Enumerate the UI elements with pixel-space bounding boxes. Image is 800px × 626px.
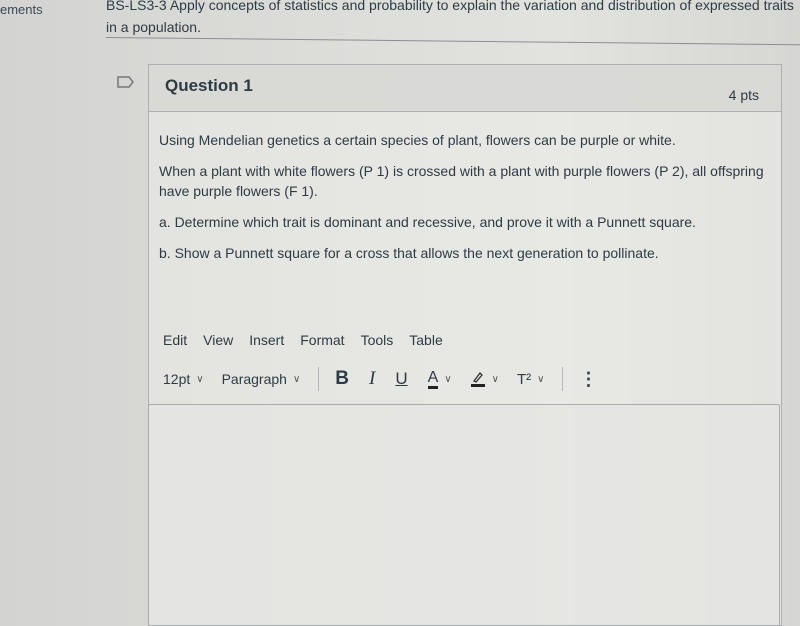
- question-title: Question 1: [165, 76, 253, 95]
- question-points: 4 pts: [728, 87, 759, 103]
- bold-button[interactable]: B: [335, 368, 349, 390]
- italic-button[interactable]: I: [369, 368, 375, 390]
- question-paragraph: a. Determine which trait is dominant and…: [159, 214, 696, 230]
- superscript-icon: T²: [516, 370, 532, 388]
- menu-edit[interactable]: Edit: [163, 332, 187, 348]
- highlight-color-button[interactable]: ∨: [470, 370, 499, 388]
- editor-menubar: Edit View Insert Format Tools Table: [163, 332, 459, 348]
- menu-tools[interactable]: Tools: [361, 332, 394, 348]
- outcome-line-1: BS-LS3-3 Apply concepts of statistics an…: [106, 0, 794, 13]
- text-color-icon: A: [427, 369, 439, 389]
- question-header: Question 1 4 pts: [149, 65, 781, 112]
- divider: [105, 37, 800, 46]
- highlighter-icon: [470, 372, 485, 387]
- question-paragraph: Using Mendelian genetics a certain speci…: [159, 132, 676, 148]
- chevron-down-icon: ∨: [444, 373, 452, 385]
- chevron-down-icon: ∨: [537, 373, 545, 385]
- menu-insert[interactable]: Insert: [249, 332, 284, 348]
- sidebar-nav-item-partial[interactable]: ements: [0, 2, 43, 17]
- question-paragraph: When a plant with white flowers (P 1) is…: [159, 163, 764, 199]
- question-paragraph: b. Show a Punnett square for a cross tha…: [159, 245, 659, 261]
- chevron-down-icon: ∨: [196, 373, 204, 385]
- more-options-icon[interactable]: ⋮: [579, 369, 597, 390]
- font-size-select[interactable]: 12pt ∨: [163, 371, 204, 387]
- toolbar-separator: [562, 367, 564, 391]
- learning-outcome: BS-LS3-3 Apply concepts of statistics an…: [106, 0, 800, 38]
- chevron-down-icon: ∨: [292, 373, 301, 385]
- superscript-button[interactable]: T² ∨: [517, 371, 545, 388]
- flag-question-icon[interactable]: [117, 76, 135, 88]
- menu-table[interactable]: Table: [409, 332, 442, 348]
- underline-button[interactable]: U: [395, 369, 407, 389]
- outcome-line-2: in a population.: [106, 19, 201, 35]
- menu-format[interactable]: Format: [300, 332, 344, 348]
- toolbar-separator: [318, 367, 320, 391]
- menu-view[interactable]: View: [203, 332, 233, 348]
- block-format-select[interactable]: Paragraph ∨: [222, 371, 301, 387]
- editor-toolbar: 12pt ∨ Paragraph ∨ B I U A ∨ ∨ T² ∨ ⋮: [163, 366, 597, 392]
- text-color-button[interactable]: A ∨: [427, 369, 452, 389]
- question-text: Using Mendelian genetics a certain speci…: [149, 112, 781, 263]
- font-size-value: 12pt: [163, 371, 191, 387]
- answer-editor[interactable]: [148, 404, 780, 626]
- chevron-down-icon: ∨: [491, 373, 499, 385]
- block-format-value: Paragraph: [221, 371, 287, 387]
